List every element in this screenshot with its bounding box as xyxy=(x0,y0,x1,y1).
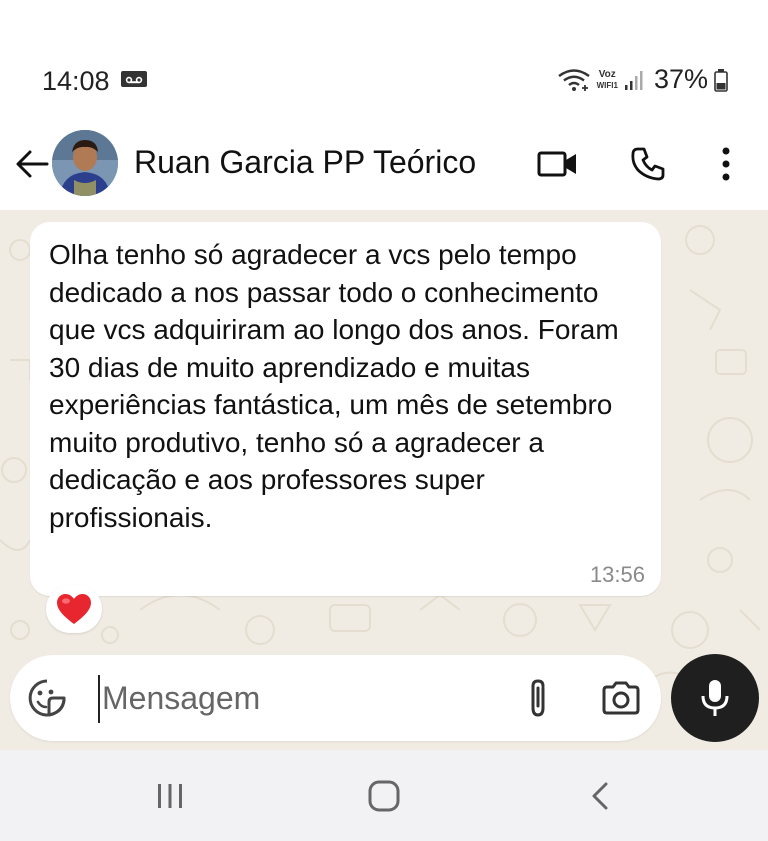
back-icon xyxy=(592,782,608,810)
nav-back-button[interactable] xyxy=(575,774,625,818)
video-call-icon xyxy=(537,151,576,177)
voice-record-button[interactable] xyxy=(671,654,759,742)
voicemail-icon xyxy=(121,71,147,87)
vowifi-bottom: WIFI1 xyxy=(596,80,618,90)
message-input[interactable] xyxy=(90,675,502,721)
incoming-message-bubble[interactable]: Olha tenho só agradecer a vcs pelo tempo… xyxy=(30,222,661,596)
more-vert-icon xyxy=(722,147,730,181)
back-arrow-icon xyxy=(16,150,49,178)
heart-reaction[interactable] xyxy=(46,585,102,633)
chat-area[interactable]: Olha tenho só agradecer a vcs pelo tempo… xyxy=(0,210,768,750)
voice-call-button[interactable] xyxy=(622,138,674,190)
signal-icon xyxy=(624,70,643,90)
battery-icon xyxy=(714,68,728,92)
home-icon xyxy=(368,780,400,812)
avatar[interactable] xyxy=(52,130,118,196)
recent-apps-button[interactable] xyxy=(145,774,195,818)
battery-percent: 37% xyxy=(653,64,708,94)
message-composer xyxy=(10,655,661,741)
status-bar: 14:08 Voz WIFI1 37% xyxy=(0,0,768,118)
back-button[interactable] xyxy=(10,142,54,186)
text-cursor xyxy=(98,675,100,723)
home-button[interactable] xyxy=(359,774,409,818)
sticker-button[interactable] xyxy=(24,675,70,721)
camera-button[interactable] xyxy=(598,675,644,721)
contact-name[interactable]: Ruan Garcia PP Teórico xyxy=(134,144,476,181)
attach-button[interactable] xyxy=(516,675,560,721)
vowifi-top: Voz xyxy=(598,68,616,80)
attach-icon xyxy=(531,679,545,717)
phone-icon xyxy=(631,147,665,181)
vowifi-icon: Voz WIFI1 xyxy=(597,69,618,91)
camera-icon xyxy=(602,681,640,715)
video-call-button[interactable] xyxy=(532,138,584,190)
system-navbar xyxy=(0,750,768,841)
message-timestamp: 13:56 xyxy=(589,562,645,587)
status-icons: Voz WIFI1 37% xyxy=(557,64,728,95)
chat-header: Ruan Garcia PP Teórico xyxy=(0,118,768,210)
sticker-icon xyxy=(28,679,66,717)
wifi-calling-icon xyxy=(557,68,590,91)
status-time: 14:08 xyxy=(42,66,110,96)
message-text: Olha tenho só agradecer a vcs pelo tempo… xyxy=(49,239,619,533)
heart-icon xyxy=(57,594,91,624)
contact-photo xyxy=(52,130,118,196)
more-options-button[interactable] xyxy=(700,138,752,190)
recent-apps-icon xyxy=(158,784,182,808)
mic-icon xyxy=(701,680,729,716)
